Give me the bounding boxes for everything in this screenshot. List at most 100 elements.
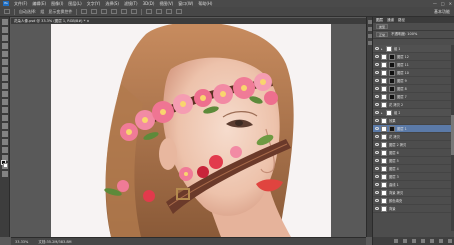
lasso-tool-icon[interactable] xyxy=(1,35,8,41)
visibility-eye-icon[interactable] xyxy=(375,47,379,50)
layer-row[interactable]: 背景 xyxy=(373,205,454,213)
align-right-icon[interactable] xyxy=(131,9,138,14)
menu-window[interactable]: 窗口(W) xyxy=(178,1,193,7)
visibility-eye-icon[interactable] xyxy=(375,143,379,146)
visibility-eye-icon[interactable] xyxy=(375,151,379,154)
workspace-switcher[interactable]: 基本功能 xyxy=(434,9,450,15)
layer-mask-thumbnail[interactable] xyxy=(389,61,395,68)
align-bottom-icon[interactable] xyxy=(101,9,108,14)
visibility-eye-icon[interactable] xyxy=(375,111,379,114)
clone-stamp-tool-icon[interactable] xyxy=(1,83,8,89)
brush-tool-icon[interactable] xyxy=(1,75,8,81)
layer-row[interactable]: 背景 拷贝 xyxy=(373,189,454,197)
layer-mask-thumbnail[interactable] xyxy=(389,85,395,92)
layer-list[interactable]: ▸ 组 1 图层 12 图层 11 图层 10 图层 9 图层 8 图层 7 花 拷贝 2 ▸ 组 … xyxy=(373,45,454,231)
group-expand-icon[interactable]: ▸ xyxy=(381,47,384,51)
layer-row[interactable]: 图层 10 xyxy=(373,69,454,77)
menu-file[interactable]: 文件(F) xyxy=(14,1,27,7)
layer-row[interactable]: 图层 6 xyxy=(373,149,454,157)
align-center-icon[interactable] xyxy=(121,9,128,14)
layer-row[interactable]: 图层 8 xyxy=(373,85,454,93)
align-top-icon[interactable] xyxy=(81,9,88,14)
layer-row[interactable]: 效果 xyxy=(373,117,454,125)
maximize-icon[interactable]: □ xyxy=(441,1,445,6)
history-brush-tool-icon[interactable] xyxy=(1,91,8,97)
background-color-swatch[interactable] xyxy=(3,163,8,168)
visibility-eye-icon[interactable] xyxy=(375,71,379,74)
canvas-area[interactable] xyxy=(11,24,366,237)
layer-mask-thumbnail[interactable] xyxy=(389,93,395,100)
visibility-eye-icon[interactable] xyxy=(375,87,379,90)
layer-row[interactable]: 图层 3 xyxy=(373,173,454,181)
zoom-tool-icon[interactable] xyxy=(1,171,8,177)
link-layers-icon[interactable] xyxy=(394,239,398,243)
healing-brush-tool-icon[interactable] xyxy=(1,67,8,73)
distribute-icon[interactable] xyxy=(146,9,153,14)
menu-image[interactable]: 图像(I) xyxy=(51,1,63,7)
new-layer-icon[interactable] xyxy=(439,239,443,243)
character-panel-icon[interactable] xyxy=(367,41,372,45)
dodge-tool-icon[interactable] xyxy=(1,123,8,129)
layer-row[interactable]: 图层 12 xyxy=(373,53,454,61)
show-transform-controls[interactable]: 显示变换控件 xyxy=(48,9,72,15)
blend-mode-dropdown[interactable]: 正常 xyxy=(376,32,389,37)
visibility-eye-icon[interactable] xyxy=(375,95,379,98)
minimize-icon[interactable]: — xyxy=(433,1,437,6)
visibility-eye-icon[interactable] xyxy=(375,167,379,170)
delete-layer-icon[interactable] xyxy=(448,239,452,243)
menu-type[interactable]: 文字(Y) xyxy=(87,1,101,7)
eyedropper-tool-icon[interactable] xyxy=(1,59,8,65)
add-style-icon[interactable] xyxy=(403,239,407,243)
crop-tool-icon[interactable] xyxy=(1,51,8,57)
visibility-eye-icon[interactable] xyxy=(375,55,379,58)
distribute-icon[interactable] xyxy=(166,9,173,14)
history-panel-icon[interactable] xyxy=(367,20,372,24)
move-tool-icon[interactable] xyxy=(1,19,8,25)
visibility-eye-icon[interactable] xyxy=(375,63,379,66)
layer-row[interactable]: ▸ 组 1 xyxy=(373,45,454,53)
menu-select[interactable]: 选择(S) xyxy=(105,1,119,7)
menu-filter[interactable]: 滤镜(T) xyxy=(124,1,138,7)
menu-edit[interactable]: 编辑(E) xyxy=(32,1,46,7)
menu-view[interactable]: 视图(V) xyxy=(159,1,173,7)
path-select-tool-icon[interactable] xyxy=(1,147,8,153)
add-mask-icon[interactable] xyxy=(412,239,416,243)
layer-mask-thumbnail[interactable] xyxy=(389,77,395,84)
move-tool-icon[interactable] xyxy=(4,9,10,14)
visibility-eye-icon[interactable] xyxy=(375,175,379,178)
eraser-tool-icon[interactable] xyxy=(1,99,8,105)
layer-row[interactable]: 图层 5 xyxy=(373,157,454,165)
visibility-eye-icon[interactable] xyxy=(375,135,379,138)
auto-select-dropdown[interactable]: 组 xyxy=(40,9,44,15)
layer-row[interactable]: 曲线 1 xyxy=(373,181,454,189)
zoom-level[interactable]: 33.33% xyxy=(15,238,28,245)
visibility-eye-icon[interactable] xyxy=(375,159,379,162)
tab-channels[interactable]: 通道 xyxy=(387,17,394,23)
close-icon[interactable]: ✕ xyxy=(449,1,452,6)
visibility-eye-icon[interactable] xyxy=(375,119,379,122)
gradient-tool-icon[interactable] xyxy=(1,107,8,113)
layer-row[interactable]: 花 拷贝 2 xyxy=(373,101,454,109)
layer-mask-thumbnail[interactable] xyxy=(389,125,395,132)
visibility-eye-icon[interactable] xyxy=(375,207,379,210)
align-left-icon[interactable] xyxy=(111,9,118,14)
group-expand-icon[interactable]: ▸ xyxy=(381,111,384,115)
layer-row[interactable]: 图层 11 xyxy=(373,61,454,69)
layer-kind-filter[interactable]: 类型 xyxy=(376,24,389,29)
layer-row[interactable]: 图层 1 xyxy=(373,125,454,133)
tab-paths[interactable]: 路径 xyxy=(398,17,405,23)
menu-layer[interactable]: 图层(L) xyxy=(68,1,81,7)
visibility-eye-icon[interactable] xyxy=(375,79,379,82)
adjustment-layer-icon[interactable] xyxy=(421,239,425,243)
tab-layers[interactable]: 图层 xyxy=(376,17,383,23)
opacity-field[interactable]: 不透明度: 100% xyxy=(391,32,417,37)
layer-mask-thumbnail[interactable] xyxy=(389,53,395,60)
layer-row[interactable]: 图层 4 xyxy=(373,165,454,173)
quick-select-tool-icon[interactable] xyxy=(1,43,8,49)
blur-tool-icon[interactable] xyxy=(1,115,8,121)
layer-mask-thumbnail[interactable] xyxy=(389,69,395,76)
align-middle-icon[interactable] xyxy=(91,9,98,14)
layer-row[interactable]: ▸ 组 2 xyxy=(373,109,454,117)
distribute-icon[interactable] xyxy=(156,9,163,14)
visibility-eye-icon[interactable] xyxy=(375,199,379,202)
